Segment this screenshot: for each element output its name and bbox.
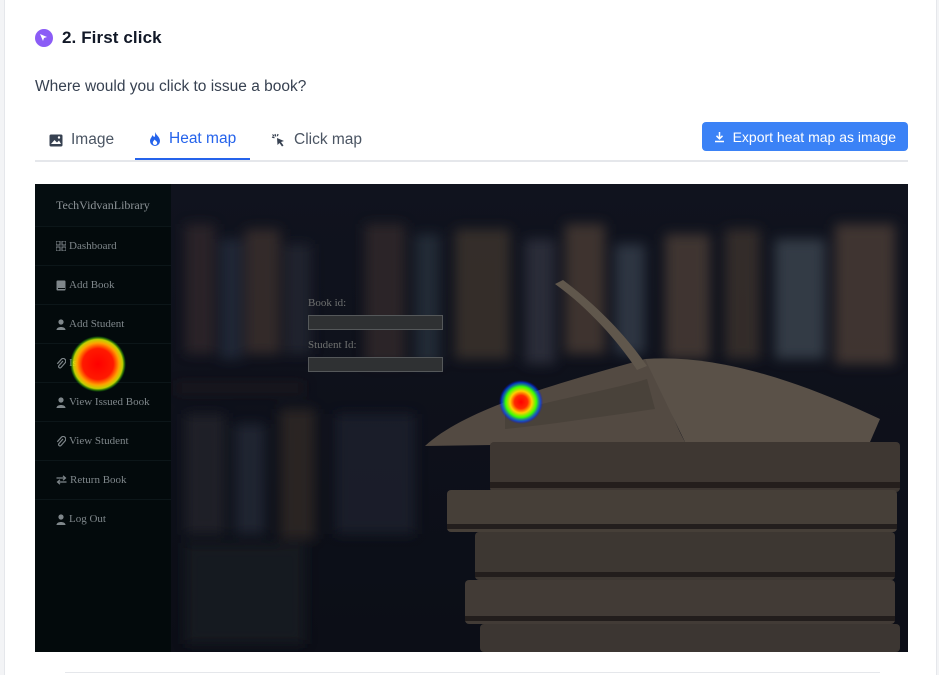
question-title: 2. First click [62,28,162,47]
sidebar-item-add-book[interactable]: Add Book [35,265,171,304]
paperclip-icon [56,435,66,446]
sidebar-item-dashboard[interactable]: Dashboard [35,226,171,265]
user-icon [56,513,66,525]
download-icon [714,131,724,142]
tab-heat-map[interactable]: Heat map [135,120,251,160]
sidebar-item-view-student[interactable]: View Student [35,421,171,460]
export-heat-map-button[interactable]: Export heat map as image [701,122,908,151]
tab-image-label: Image [71,131,115,148]
book-id-input[interactable] [308,315,443,330]
sidebar-item-label: View Student [69,435,129,447]
sidebar-item-label: Dashboard [69,240,117,252]
issue-book-form: Book id: Student Id: [308,297,443,381]
app-sidebar: TechVidvanLibrary Dashboard Add Book Add… [35,184,171,652]
sidebar-item-label: Log Out [69,513,106,525]
sidebar-item-label: View Issued Book [69,396,150,408]
tab-heat-map-label: Heat map [169,130,237,147]
tab-click-map[interactable]: Click map [257,120,376,160]
export-button-label: Export heat map as image [732,128,896,145]
view-tabs: Image Heat map Click map Export heat map… [35,120,908,162]
sidebar-item-label: Return Book [70,474,127,486]
exchange-icon [56,475,67,485]
user-icon [56,396,66,408]
sidebar-item-view-issued-book[interactable]: View Issued Book [35,382,171,421]
sidebar-item-label: Issue Book [69,357,119,369]
pointer-click-icon [271,133,284,146]
user-icon [56,318,66,330]
student-id-input[interactable] [308,357,443,372]
book-icon [56,280,66,290]
image-icon [49,134,63,146]
question-card: 2. First click Where would you click to … [4,0,937,675]
sidebar-item-label: Add Student [69,318,125,330]
section-divider [65,672,880,673]
heatmap-screenshot: TechVidvanLibrary Dashboard Add Book Add… [35,184,908,652]
grid-icon [56,241,66,251]
question-header: 2. First click [35,28,162,48]
book-id-label: Book id: [308,297,347,309]
tab-click-map-label: Click map [294,131,363,148]
student-id-label: Student Id: [308,339,357,351]
sidebar-item-log-out[interactable]: Log Out [35,499,171,538]
sidebar-item-issue-book[interactable]: Issue Book [35,343,171,382]
tab-image[interactable]: Image [35,120,128,160]
sidebar-item-add-student[interactable]: Add Student [35,304,171,343]
cursor-click-icon [35,29,53,47]
app-brand: TechVidvanLibrary [35,184,171,226]
flame-icon [150,132,160,146]
question-prompt: Where would you click to issue a book? [35,78,307,95]
sidebar-item-label: Add Book [69,279,115,291]
paperclip-icon [56,357,66,368]
sidebar-item-return-book[interactable]: Return Book [35,460,171,499]
